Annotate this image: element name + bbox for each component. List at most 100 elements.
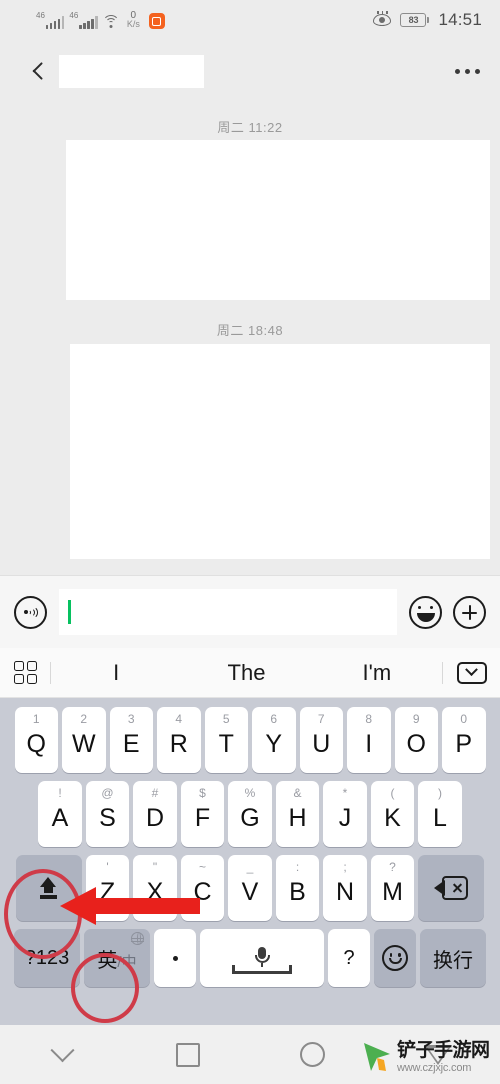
key-hint: 0 [460,712,468,726]
suggestion-item[interactable]: I'm [312,660,442,686]
back-button[interactable] [20,58,46,84]
key-label: K [384,804,401,832]
microphone-icon [252,947,272,969]
key-z[interactable]: ' Z [85,855,130,921]
backspace-key[interactable] [418,855,485,921]
key-a[interactable]: ! A [38,781,82,847]
key-hint: & [293,786,302,800]
shift-key[interactable] [15,855,82,921]
emoji-button[interactable] [409,595,442,629]
status-bar: 46 46 0 K/s 83 14:51 [0,0,500,40]
message-timestamp: 周二 18:48 [216,323,284,338]
key-h[interactable]: & H [275,781,320,847]
key-x[interactable]: " X [133,855,177,921]
symbols-key[interactable]: ?123 [14,929,80,987]
key-j[interactable]: * J [323,781,367,847]
key-hint: : [295,860,300,874]
hide-keyboard-button[interactable] [443,661,500,684]
key-label: T [218,730,234,758]
watermark-site-name: 铲子手游网 [397,1039,490,1061]
key-y[interactable]: 6Y [252,707,296,773]
keyboard-row-2: ! A @ S # D $ F % G & H * J (K ) L [0,781,500,847]
nav-hide-keyboard-button[interactable] [0,1038,125,1063]
enter-label: 换行 [433,949,473,972]
key-label: D [145,804,165,832]
key-label: R [169,730,188,758]
key-c[interactable]: ~ C [180,855,225,921]
shift-arrow-icon [37,877,60,899]
chat-title-bar [0,40,500,102]
key-l[interactable]: ) L [418,781,462,847]
key-w[interactable]: 2W [62,707,106,773]
more-options-button[interactable] [455,68,480,74]
voice-wave-icon [23,605,38,619]
key-v[interactable]: _ V [228,855,272,921]
key-hint: ( [390,786,395,800]
key-e[interactable]: 3E [109,707,153,773]
key-u[interactable]: 7U [299,707,343,773]
key-hint: 5 [222,712,230,726]
key-n[interactable]: ; N [323,855,367,921]
key-hint: ; [343,860,347,874]
notification-app-icon [148,13,165,29]
key-label: C [193,878,212,906]
key-label: I [365,730,373,758]
key-hint: ' [106,860,109,874]
message-input[interactable] [59,589,397,635]
key-hint: % [244,786,256,800]
chevron-down-icon [50,1038,75,1063]
watermark-text: 铲子手游网 www.czjxjc.com [397,1041,490,1074]
backspace-icon [434,876,469,900]
message-bubble[interactable] [70,344,490,559]
key-hint: " [152,860,158,874]
chat-message-list[interactable]: 周二 11:22 周二 18:48 [0,102,500,575]
key-o[interactable]: 9O [394,707,438,773]
key-hint: 7 [317,712,325,726]
enter-key[interactable]: 换行 [420,929,486,987]
message-bubble[interactable] [66,140,490,300]
suggestion-list: I The I'm [51,660,442,686]
key-r[interactable]: 4R [157,707,201,773]
key-hint: 3 [127,712,135,726]
key-d[interactable]: # D [133,781,177,847]
key-t[interactable]: 5T [204,707,248,773]
voice-input-button[interactable] [14,595,47,629]
message-timestamp: 周二 11:22 [217,120,283,135]
key-q[interactable]: 1Q [14,707,58,773]
text-caret [68,600,71,624]
question-mark-key[interactable]: ? [328,929,370,987]
nav-recents-button[interactable] [125,1042,250,1067]
chevron-down-icon [465,663,478,677]
key-b[interactable]: :B [275,855,320,921]
grid-menu-icon[interactable] [0,661,50,684]
key-i[interactable]: 8I [347,707,391,773]
symbols-label: ?123 [24,946,70,969]
network-speed-unit: K/s [126,19,140,29]
key-f[interactable]: $ F [180,781,225,847]
key-hint: 8 [365,712,373,726]
key-g[interactable]: % G [228,781,272,847]
key-hint: 6 [270,712,278,726]
key-hint: @ [101,786,114,800]
key-label: F [194,804,211,832]
key-label: E [122,730,140,758]
key-label: X [146,878,164,906]
contact-name-title [59,54,204,88]
suggestion-item[interactable]: I [51,660,181,686]
key-k[interactable]: (K [370,781,415,847]
suggestion-bar: I The I'm [0,648,500,698]
space-underline [232,965,292,974]
key-hint: 9 [412,712,420,726]
key-hint: ? [389,860,396,874]
language-toggle-key[interactable]: 英 / 中 [84,929,150,987]
key-s[interactable]: @ S [85,781,130,847]
nav-home-button[interactable] [250,1042,375,1067]
add-attachment-button[interactable] [453,595,486,629]
key-m[interactable]: ? M [370,855,415,921]
space-key[interactable] [200,929,324,987]
key-p[interactable]: 0P [442,707,486,773]
period-key[interactable] [154,929,196,987]
emoji-key[interactable] [374,929,416,987]
keyboard-row-4: ?123 英 / 中 ? 换行 [0,929,500,987]
suggestion-item[interactable]: The [181,660,311,686]
